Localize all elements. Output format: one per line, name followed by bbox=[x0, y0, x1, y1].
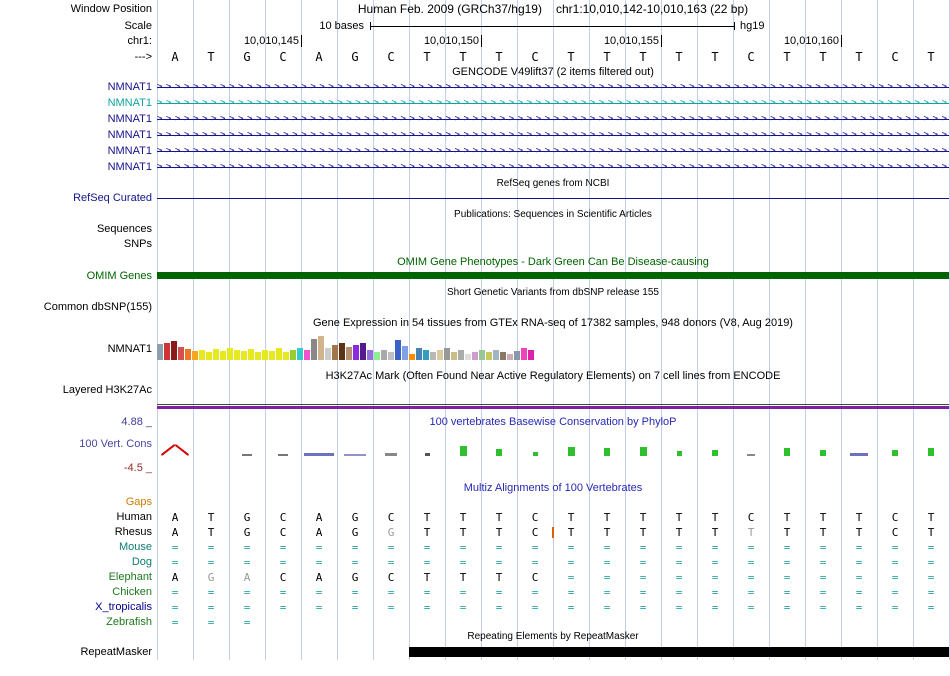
omim-title[interactable]: OMIM Gene Phenotypes - Dark Green Can Be… bbox=[157, 256, 949, 269]
assembly-short-label: hg19 bbox=[740, 20, 765, 32]
gene-track[interactable]: >>>>>>>>>>>>>>>>>>>>>>>>>>>>>>>>>>>>>>>>… bbox=[157, 160, 949, 175]
gene-track[interactable]: >>>>>>>>>>>>>>>>>>>>>>>>>>>>>>>>>>>>>>>>… bbox=[157, 96, 949, 111]
ruler-coord: 10,010,145 bbox=[243, 35, 299, 47]
scale-bar bbox=[370, 22, 735, 30]
refseq-title[interactable]: RefSeq genes from NCBI bbox=[157, 178, 949, 190]
species-label-chicken[interactable]: Chicken bbox=[0, 585, 152, 600]
conservation-track[interactable] bbox=[157, 430, 949, 458]
gene-track[interactable]: >>>>>>>>>>>>>>>>>>>>>>>>>>>>>>>>>>>>>>>>… bbox=[157, 144, 949, 159]
species-label-mouse[interactable]: Mouse bbox=[0, 540, 152, 555]
sequence-track[interactable]: ATGCAGCTTTCTTTTTCTTTCT bbox=[157, 50, 949, 65]
strand-arrows: >>>>>>>>>>>>>>>>>>>>>>>>>>>>>>>>>>>>>>>>… bbox=[157, 82, 949, 92]
position-range: chr1:10,010,142-10,010,163 (22 bp) bbox=[555, 2, 749, 16]
species-label-human[interactable]: Human bbox=[0, 510, 152, 525]
repeatmasker-track[interactable] bbox=[157, 645, 949, 659]
gene-label[interactable]: NMNAT1 bbox=[0, 144, 152, 159]
species-label-zebrafish[interactable]: Zebrafish bbox=[0, 615, 152, 630]
conservation-marks bbox=[157, 430, 949, 456]
omim-gene-bar[interactable] bbox=[157, 272, 949, 279]
gene-label[interactable]: NMNAT1 bbox=[0, 96, 152, 111]
gencode-title[interactable]: GENCODE V49lift37 (2 items filtered out) bbox=[157, 66, 949, 79]
gene-track[interactable]: >>>>>>>>>>>>>>>>>>>>>>>>>>>>>>>>>>>>>>>>… bbox=[157, 128, 949, 143]
strand-arrows: >>>>>>>>>>>>>>>>>>>>>>>>>>>>>>>>>>>>>>>>… bbox=[157, 98, 949, 108]
refseq-curated-line bbox=[157, 198, 949, 199]
alignment-row-chicken[interactable]: = = = = = = = = = = = = = = = = = = = = = = bbox=[157, 585, 949, 600]
omim-genes-track[interactable] bbox=[157, 270, 949, 282]
ruler-tick bbox=[661, 35, 662, 47]
repeatmasker-title[interactable]: Repeating Elements by RepeatMasker bbox=[157, 631, 949, 643]
ruler-tick bbox=[481, 35, 482, 47]
gaps-label[interactable]: Gaps bbox=[0, 496, 152, 509]
insertion-tick bbox=[552, 527, 554, 538]
h3k27ac-label[interactable]: Layered H3K27Ac bbox=[0, 384, 152, 397]
window-position-label: Window Position bbox=[70, 3, 152, 15]
dbsnp-title[interactable]: Short Genetic Variants from dbSNP releas… bbox=[157, 287, 949, 299]
assembly-name: Human Feb. 2009 (GRCh37/hg19) bbox=[357, 2, 542, 16]
gene-label[interactable]: NMNAT1 bbox=[0, 112, 152, 127]
gene-track[interactable]: >>>>>>>>>>>>>>>>>>>>>>>>>>>>>>>>>>>>>>>>… bbox=[157, 112, 949, 127]
gene-track[interactable]: >>>>>>>>>>>>>>>>>>>>>>>>>>>>>>>>>>>>>>>>… bbox=[157, 80, 949, 95]
ruler-tick bbox=[841, 35, 842, 47]
conservation-title[interactable]: 100 vertebrates Basewise Conservation by… bbox=[157, 416, 949, 429]
alignment-row-x-tropicalis[interactable]: = = = = = = = = = = = = = = = = = = = = = = bbox=[157, 600, 949, 615]
gene-label[interactable]: NMNAT1 bbox=[0, 80, 152, 95]
genome-browser-image: Window Position Human Feb. 2009 (GRCh37/… bbox=[0, 0, 950, 676]
refseq-curated-track[interactable] bbox=[157, 192, 949, 205]
gtex-title[interactable]: Gene Expression in 54 tissues from GTEx … bbox=[157, 317, 949, 330]
gtex-track[interactable] bbox=[157, 332, 949, 362]
cons-track-label[interactable]: 100 Vert. Cons bbox=[0, 438, 152, 451]
cons-max-label: 4.88 _ bbox=[121, 416, 152, 428]
species-label-dog[interactable]: Dog bbox=[0, 555, 152, 570]
chrom-label: chr1: bbox=[127, 35, 152, 47]
alignment-row-elephant[interactable]: A G A C A G C T T T C = = = = = = = = = = = bbox=[157, 570, 949, 585]
strand-arrows: >>>>>>>>>>>>>>>>>>>>>>>>>>>>>>>>>>>>>>>>… bbox=[157, 162, 949, 172]
refseq-curated-label[interactable]: RefSeq Curated bbox=[0, 192, 152, 205]
cons-min-label: -4.5 _ bbox=[123, 462, 152, 474]
ruler[interactable]: 10,010,145 10,010,150 10,010,155 10,010,… bbox=[157, 34, 949, 49]
omim-genes-label[interactable]: OMIM Genes bbox=[0, 270, 152, 282]
scale-label: Scale bbox=[124, 20, 152, 32]
snps-label[interactable]: SNPs bbox=[0, 238, 152, 251]
ruler-tick bbox=[301, 35, 302, 47]
sequences-label[interactable]: Sequences bbox=[0, 223, 152, 236]
ruler-coord: 10,010,150 bbox=[423, 35, 479, 47]
strand-arrows: >>>>>>>>>>>>>>>>>>>>>>>>>>>>>>>>>>>>>>>>… bbox=[157, 114, 949, 124]
dbsnp-label[interactable]: Common dbSNP(155) bbox=[0, 301, 152, 314]
repeatmasker-bar[interactable] bbox=[409, 647, 949, 657]
publications-title[interactable]: Publications: Sequences in Scientific Ar… bbox=[157, 209, 949, 221]
multiz-title[interactable]: Multiz Alignments of 100 Vertebrates bbox=[157, 482, 949, 495]
scale-bar-label: 10 bases bbox=[319, 20, 364, 32]
h3k27ac-signal-line bbox=[157, 406, 949, 409]
species-label-elephant[interactable]: Elephant bbox=[0, 570, 152, 585]
alignment-row-zebrafish[interactable]: = = = bbox=[157, 615, 949, 630]
ruler-coord: 10,010,160 bbox=[783, 35, 839, 47]
h3k27ac-baseline bbox=[157, 404, 949, 405]
repeatmasker-label[interactable]: RepeatMasker bbox=[0, 645, 152, 659]
strand-direction-label[interactable]: ---> bbox=[0, 50, 152, 65]
gene-label[interactable]: NMNAT1 bbox=[0, 160, 152, 175]
gene-label[interactable]: NMNAT1 bbox=[0, 128, 152, 143]
species-label-rhesus[interactable]: Rhesus bbox=[0, 525, 152, 540]
h3k27ac-title[interactable]: H3K27Ac Mark (Often Found Near Active Re… bbox=[157, 370, 949, 383]
h3k27ac-track[interactable] bbox=[157, 384, 949, 410]
ruler-coord: 10,010,155 bbox=[603, 35, 659, 47]
strand-arrows: >>>>>>>>>>>>>>>>>>>>>>>>>>>>>>>>>>>>>>>>… bbox=[157, 130, 949, 140]
species-label-x-tropicalis[interactable]: X_tropicalis bbox=[0, 600, 152, 615]
alignment-row-human[interactable]: ATGCAGCTTTCTTTTTCTTTCT bbox=[157, 510, 949, 525]
alignment-row-dog[interactable]: = = = = = = = = = = = = = = = = = = = = = = bbox=[157, 555, 949, 570]
strand-arrows: >>>>>>>>>>>>>>>>>>>>>>>>>>>>>>>>>>>>>>>>… bbox=[157, 146, 949, 156]
gtex-expression-bars[interactable] bbox=[157, 332, 534, 360]
gtex-gene-label[interactable]: NMNAT1 bbox=[0, 342, 152, 356]
alignment-row-mouse[interactable]: = = = = = = = = = = = = = = = = = = = = = = bbox=[157, 540, 949, 555]
